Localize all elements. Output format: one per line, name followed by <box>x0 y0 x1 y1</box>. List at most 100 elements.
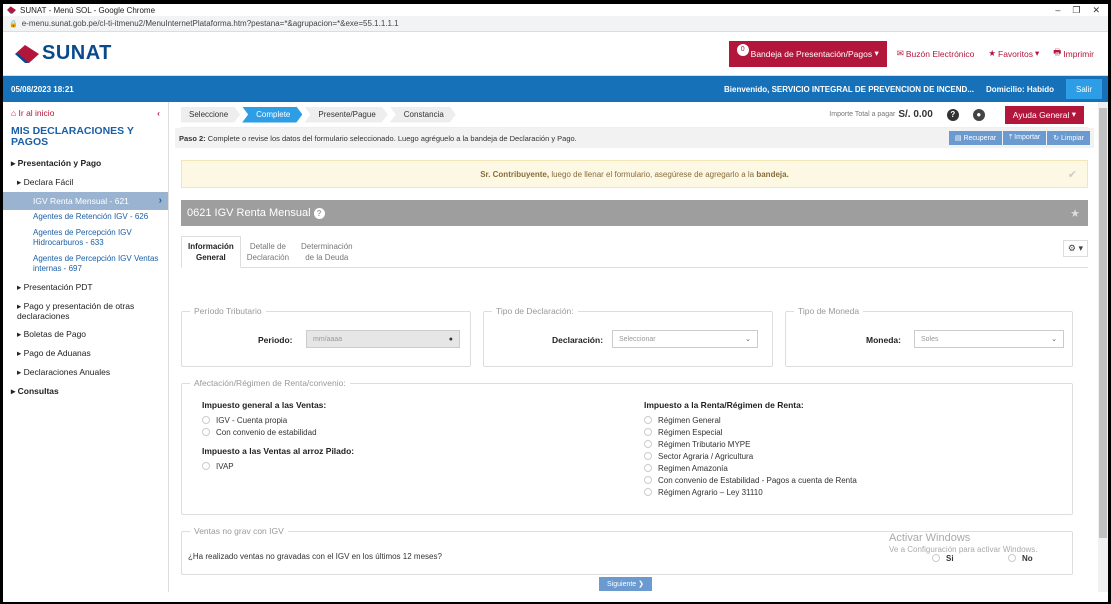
sidebar-item-pdt[interactable]: ▸ Presentación PDT <box>3 278 168 297</box>
radio-label: Sector Agraria / Agricultura <box>658 451 754 461</box>
sidebar-item-otras-declaraciones[interactable]: ▸ Pago y presentación de otras declaraci… <box>3 297 168 325</box>
radio-label: Régimen General <box>658 415 721 425</box>
site-header: SUNAT 0 Bandeja de Presentación/Pagos ▾ … <box>3 32 1108 76</box>
close-icon[interactable]: ✕ <box>1092 5 1100 16</box>
moneda-label: Moneda: <box>866 335 901 345</box>
siguiente-button[interactable]: Siguiente ❯ <box>599 577 653 591</box>
siguiente-label: Siguiente <box>607 581 637 588</box>
periodo-fieldset: Período Tributario Periodo: mm/aaaa ● <box>181 306 471 367</box>
radio-label: IVAP <box>216 461 234 471</box>
gear-icon[interactable]: ⚙ ▾ <box>1062 240 1088 257</box>
declaracion-select[interactable]: Seleccionar ⌄ <box>612 330 758 348</box>
radio-sector-agraria[interactable]: Sector Agraria / Agricultura <box>644 450 857 462</box>
paso-description: Complete o revise los datos del formular… <box>205 133 577 143</box>
sunat-logo[interactable]: SUNAT <box>15 42 112 65</box>
ir-al-inicio-link[interactable]: ⌂ Ir al inicio ‹ <box>3 102 168 124</box>
afectacion-fieldset: Afectación/Régimen de Renta/convenio: Im… <box>181 378 1073 515</box>
sidebar-item-presentacion-pago[interactable]: ▸ Presentación y Pago <box>3 154 168 173</box>
brand-name: SUNAT <box>42 42 112 64</box>
sidebar-item-anuales[interactable]: ▸ Declaraciones Anuales <box>3 363 168 382</box>
datetime: 05/08/2023 18:21 <box>11 84 74 94</box>
ir-label: Ir al inicio <box>18 108 55 118</box>
tab-detalle-declaracion[interactable]: Detalle de Declaración <box>241 237 295 267</box>
radio-regimen-mype[interactable]: Régimen Tributario MYPE <box>644 438 857 450</box>
radio-regimen-amazonia[interactable]: Regimen Amazonía <box>644 462 857 474</box>
url-text: e-menu.sunat.gob.pe/cl-ti-itmenu2/MenuIn… <box>21 19 399 28</box>
bandeja-button[interactable]: 0 Bandeja de Presentación/Pagos ▾ <box>728 40 887 67</box>
radio-regimen-general[interactable]: Régimen General <box>644 414 857 426</box>
notice-bold: Sr. Contribuyente, <box>480 169 550 179</box>
sidebar-item-label: Boletas de Pago <box>23 329 87 339</box>
form-tabs: Información General Detalle de Declaración… <box>181 232 1088 268</box>
radio-circle <box>202 428 210 436</box>
afectacion-legend: Afectación/Régimen de Renta/convenio: <box>190 378 350 388</box>
info-circle-icon[interactable]: ● <box>449 336 453 343</box>
recuperar-button[interactable]: ▤ Recuperar <box>948 131 1003 145</box>
sunat-favicon-icon <box>7 6 16 14</box>
tab-informacion-general[interactable]: Información General <box>181 236 241 268</box>
importe-total: Importe Total a pagar S/. 0.00 <box>829 109 933 120</box>
radio-regimen-especial[interactable]: Régimen Especial <box>644 426 857 438</box>
limpiar-button[interactable]: ↻ Limpiar <box>1047 131 1090 145</box>
limpiar-label: Limpiar <box>1061 135 1084 142</box>
radio-regimen-agrario[interactable]: Régimen Agrario – Ley 31110 <box>644 486 857 498</box>
favoritos-link[interactable]: ★ Favoritos ▾ <box>988 48 1039 59</box>
moneda-select[interactable]: Soles ⌄ <box>914 330 1064 348</box>
tab-label: de la Deuda <box>305 253 349 262</box>
ayuda-general-button[interactable]: Ayuda General ▾ <box>1004 105 1084 124</box>
collapse-icon[interactable]: ‹ <box>157 108 160 118</box>
form-title: 0621 IGV Renta Mensual <box>187 207 311 219</box>
home-icon: ⌂ <box>11 108 17 118</box>
importar-label: Importar <box>1014 134 1041 141</box>
chat-icon[interactable]: ● <box>972 108 985 121</box>
step-presente-pague[interactable]: Presente/Pague <box>304 107 387 123</box>
address-bar[interactable]: 🔒 e-menu.sunat.gob.pe/cl-ti-itmenu2/Menu… <box>3 16 1108 32</box>
step-constancia[interactable]: Constancia <box>390 107 456 123</box>
sidebar-item-percepcion-633[interactable]: Agentes de Percepción IGV Hidrocarburos … <box>3 226 168 252</box>
sidebar-item-retencion-626[interactable]: Agentes de Retención IGV - 626 <box>3 210 168 226</box>
sidebar-item-boletas[interactable]: ▸ Boletas de Pago <box>3 325 168 344</box>
favorite-star-icon[interactable]: ★ <box>1070 207 1080 220</box>
sidebar-item-igv-renta-621[interactable]: IGV Renta Mensual - 621 › <box>3 192 168 210</box>
periodo-label: Periodo: <box>258 335 293 345</box>
sidebar-item-label: Declara Fácil <box>23 177 74 187</box>
tab-determinacion-deuda[interactable]: Determinación de la Deuda <box>295 237 359 267</box>
scrollbar-thumb[interactable] <box>1099 108 1107 538</box>
info-icon[interactable]: ? <box>313 207 325 219</box>
paso-text: Paso 2: Complete o revise los datos del … <box>179 134 577 143</box>
welcome-text: Bienvenido, SERVICIO INTEGRAL DE PREVENC… <box>724 84 974 94</box>
periodo-input[interactable]: mm/aaaa ● <box>306 330 460 348</box>
step-seleccione[interactable]: Seleccione <box>181 107 240 123</box>
browser-window: SUNAT - Menú SOL - Google Chrome – ❐ ✕ 🔒… <box>3 4 1108 602</box>
buzon-link[interactable]: ✉ Buzón Electrónico <box>897 48 975 59</box>
periodo-legend: Período Tributario <box>190 306 266 316</box>
importe-label: Importe Total a pagar <box>829 111 896 118</box>
restore-icon[interactable]: ❐ <box>1072 5 1080 16</box>
minimize-icon[interactable]: – <box>1055 5 1060 16</box>
sidebar-item-label: Pago de Aduanas <box>23 348 91 358</box>
radio-circle <box>644 488 652 496</box>
step-complete[interactable]: Complete <box>242 107 302 123</box>
ventas-no-grav-legend: Ventas no grav con IGV <box>190 526 288 536</box>
sidebar-item-consultas[interactable]: ▸ Consultas <box>3 382 168 401</box>
check-icon: ✔ <box>1067 168 1077 181</box>
radio-ivap[interactable]: IVAP <box>202 460 354 472</box>
radio-igv-cuenta-propia[interactable]: IGV - Cuenta propia <box>202 414 354 426</box>
help-icon[interactable]: ? <box>946 108 959 121</box>
favoritos-label: Favoritos <box>998 48 1033 59</box>
salir-button[interactable]: Salir <box>1065 79 1102 99</box>
radio-label: Con convenio de Estabilidad - Pagos a cu… <box>658 475 857 485</box>
radio-convenio-estabilidad[interactable]: Con convenio de estabilidad <box>202 426 354 438</box>
recuperar-label: Recuperar <box>963 135 997 142</box>
imprimir-link[interactable]: 🖶 Imprimir <box>1053 47 1094 61</box>
radio-circle <box>644 428 652 436</box>
scrollbar[interactable] <box>1098 102 1108 592</box>
tab-label: Determinación <box>301 242 353 251</box>
declaracion-label: Declaración: <box>552 335 604 345</box>
sidebar-item-declara-facil[interactable]: ▸ Declara Fácil <box>3 173 168 192</box>
sidebar-item-percepcion-697[interactable]: Agentes de Percepción IGV Ventas interna… <box>3 252 168 278</box>
sidebar-item-aduanas[interactable]: ▸ Pago de Aduanas <box>3 344 168 363</box>
importar-button[interactable]: ⤒ Importar <box>1003 131 1047 145</box>
sidebar: ⌂ Ir al inicio ‹ MIS DECLARACIONES Y PAG… <box>3 102 169 592</box>
radio-convenio-renta[interactable]: Con convenio de Estabilidad - Pagos a cu… <box>644 474 857 486</box>
